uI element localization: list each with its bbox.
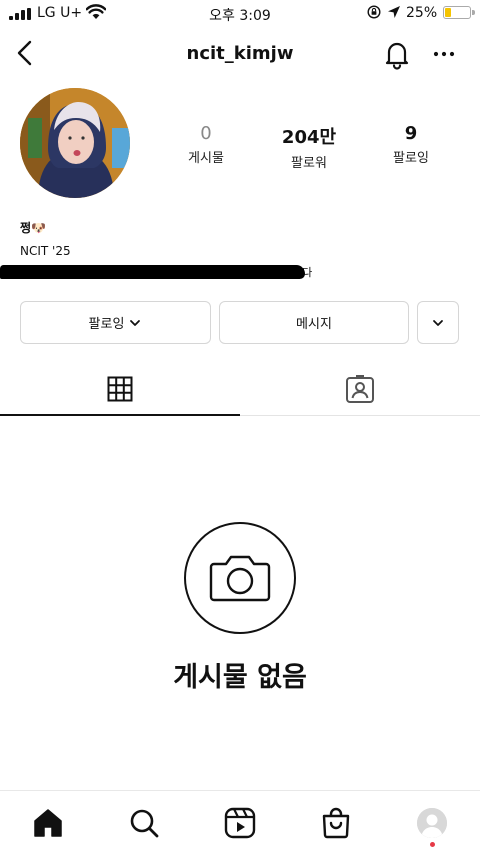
- more-horizontal-icon: [433, 51, 455, 57]
- camera-icon: [209, 555, 271, 602]
- following-button[interactable]: 팔로잉: [20, 301, 211, 344]
- notifications-button[interactable]: [381, 38, 413, 70]
- more-options-button[interactable]: [430, 42, 458, 66]
- following-count[interactable]: 9 팔로잉: [361, 123, 461, 166]
- followers-count[interactable]: 204만 팔로워: [259, 123, 359, 171]
- bottom-navigation: [0, 790, 480, 854]
- nav-reels[interactable]: [223, 806, 257, 840]
- profile-avatar[interactable]: [20, 88, 130, 198]
- empty-state-text: 게시물 없음: [173, 662, 307, 693]
- tab-tagged[interactable]: [240, 360, 480, 416]
- default-avatar-icon: [417, 808, 447, 838]
- battery-fill: [445, 8, 451, 17]
- nav-shop[interactable]: [319, 806, 353, 840]
- bell-icon: [385, 42, 409, 70]
- profile-header: ncit_kimjw: [0, 30, 480, 78]
- notification-dot: [430, 842, 435, 847]
- bio-line: NCIT '25: [20, 244, 71, 258]
- nav-profile-avatar[interactable]: [417, 808, 447, 838]
- grid-icon: [107, 376, 133, 402]
- empty-state-camera: [184, 522, 296, 634]
- battery-percent: 25%: [406, 5, 438, 21]
- location-arrow-icon: [388, 6, 400, 18]
- bio-line-redacted: 니다: [0, 264, 330, 282]
- tagged-person-icon: [346, 375, 374, 403]
- avatar-photo: [20, 88, 130, 198]
- posts-count[interactable]: 0 게시물: [156, 123, 256, 166]
- bio-name: 쩡🐶: [20, 221, 46, 235]
- message-button-label: 메시지: [296, 317, 332, 332]
- orientation-lock-icon: [367, 5, 381, 19]
- tab-posts-grid[interactable]: [0, 360, 240, 416]
- posts-count-value: 0: [200, 123, 212, 144]
- following-count-value: 9: [404, 123, 418, 144]
- nav-search[interactable]: [127, 806, 161, 840]
- reels-icon: [224, 807, 256, 839]
- posts-count-label: 게시물: [188, 151, 224, 166]
- battery-icon: [443, 6, 475, 19]
- chevron-down-icon: [130, 319, 141, 326]
- followers-count-value: 204만: [281, 127, 337, 148]
- message-button[interactable]: 메시지: [219, 301, 409, 344]
- following-button-label: 팔로잉: [88, 317, 125, 332]
- nav-home[interactable]: [31, 806, 65, 840]
- home-icon: [34, 809, 62, 837]
- suggested-accounts-button[interactable]: [417, 301, 459, 344]
- chevron-down-icon: [433, 319, 443, 326]
- following-count-label: 팔로잉: [393, 151, 429, 166]
- redaction-mark: [0, 265, 305, 279]
- shop-bag-icon: [322, 807, 350, 839]
- search-icon: [130, 809, 159, 838]
- status-bar: LG U+ 오후 3:09 25%: [0, 0, 480, 30]
- followers-count-label: 팔로워: [291, 156, 327, 171]
